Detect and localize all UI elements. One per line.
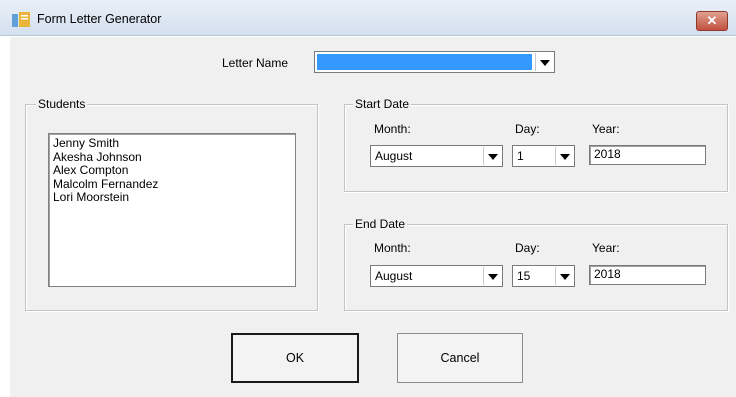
end-year-label: Year:: [592, 241, 620, 255]
end-month-label: Month:: [374, 241, 411, 255]
letter-name-selection: [317, 54, 532, 70]
app-icon: [12, 12, 30, 27]
start-day-dropdown[interactable]: 1: [512, 145, 575, 167]
ok-button[interactable]: OK: [231, 333, 359, 383]
end-day-value: 15: [517, 269, 531, 283]
start-year-field[interactable]: 2018: [589, 145, 706, 165]
title-bar: Form Letter Generator ✕: [0, 0, 736, 36]
list-item[interactable]: Lori Moorstein: [53, 190, 291, 205]
start-day-label: Day:: [515, 122, 540, 136]
chevron-down-icon[interactable]: [555, 147, 573, 165]
end-date-group-title: End Date: [353, 217, 408, 231]
start-day-value: 1: [517, 149, 524, 163]
start-month-label: Month:: [374, 122, 411, 136]
list-item[interactable]: Akesha Johnson: [53, 150, 291, 165]
list-item[interactable]: Alex Compton: [53, 163, 291, 178]
start-month-value: August: [375, 149, 413, 163]
end-date-group: End Date Month: Day: Year: August 15 201…: [344, 217, 728, 311]
window-title: Form Letter Generator: [37, 12, 162, 26]
dialog-body: Letter Name Students Jenny Smith Akesha …: [0, 37, 736, 397]
close-icon: ✕: [706, 13, 718, 28]
chevron-down-icon[interactable]: [555, 267, 573, 285]
end-day-dropdown[interactable]: 15: [512, 265, 575, 287]
end-year-field[interactable]: 2018: [589, 265, 706, 285]
chevron-down-icon[interactable]: [483, 147, 501, 165]
start-month-dropdown[interactable]: August: [370, 145, 503, 167]
students-listbox[interactable]: Jenny Smith Akesha Johnson Alex Compton …: [48, 133, 296, 287]
end-day-label: Day:: [515, 241, 540, 255]
letter-name-label: Letter Name: [222, 56, 289, 70]
list-item[interactable]: Malcolm Fernandez: [53, 177, 291, 192]
window-edge: [0, 37, 10, 397]
list-item[interactable]: Jenny Smith: [53, 136, 291, 151]
cancel-button[interactable]: Cancel: [397, 333, 523, 383]
end-month-dropdown[interactable]: August: [370, 265, 503, 287]
start-date-group: Start Date Month: Day: Year: August 1 20…: [344, 97, 728, 192]
end-month-value: August: [375, 269, 413, 283]
students-group-title: Students: [36, 97, 88, 111]
letter-name-dropdown[interactable]: [314, 51, 555, 73]
start-year-label: Year:: [592, 122, 620, 136]
start-date-group-title: Start Date: [353, 97, 412, 111]
close-button[interactable]: ✕: [696, 11, 728, 31]
chevron-down-icon[interactable]: [535, 53, 553, 71]
chevron-down-icon[interactable]: [483, 267, 501, 285]
students-group: Students Jenny Smith Akesha Johnson Alex…: [25, 97, 318, 311]
